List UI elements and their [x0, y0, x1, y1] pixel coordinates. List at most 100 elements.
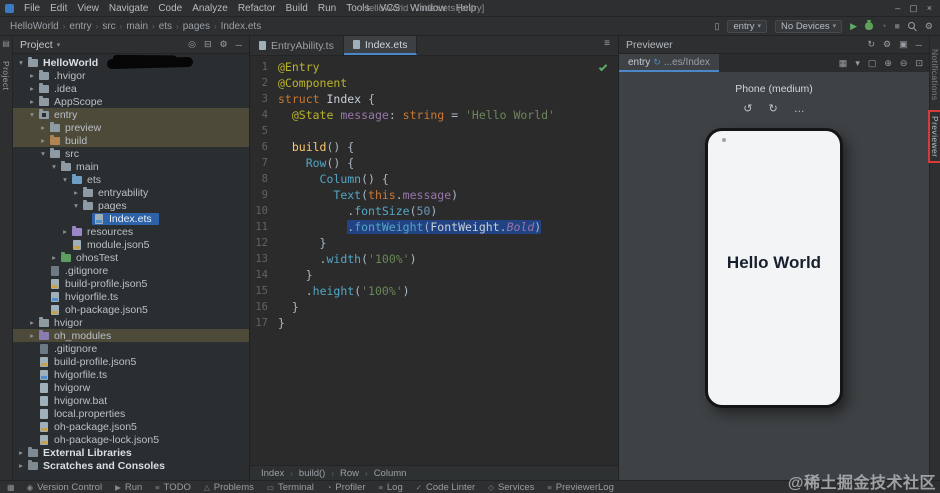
refresh-icon[interactable]: ↻ [867, 39, 875, 50]
chevron-right-icon[interactable]: ▸ [38, 136, 48, 145]
code-line-12[interactable]: 12 } [250, 235, 618, 251]
chevron-right-icon[interactable]: ▸ [71, 188, 81, 197]
tree-item-build[interactable]: ▸ build [13, 134, 249, 147]
chevron-down-icon[interactable]: ▾ [49, 162, 59, 171]
zoom-out-icon[interactable]: ⊖ [900, 58, 908, 69]
breadcrumb-item-index.ets[interactable]: Index.ets [218, 21, 265, 32]
menu-navigate[interactable]: Navigate [104, 3, 153, 14]
tree-item-.gitignore[interactable]: .gitignore [13, 264, 249, 277]
code-line-5[interactable]: 5 [250, 123, 618, 139]
code-line-13[interactable]: 13 .width('100%') [250, 251, 618, 267]
chevron-down-icon[interactable]: ▾ [16, 58, 26, 67]
chevron-right-icon[interactable]: ▸ [16, 461, 26, 470]
tree-item-entryability[interactable]: ▸ entryability [13, 186, 249, 199]
grid-icon[interactable]: ▦ [839, 58, 848, 69]
statusbar-version-control[interactable]: ◉ Version Control [27, 482, 103, 493]
profile-button[interactable]: ◔ [881, 21, 886, 31]
tree-item-hvigorw.bat[interactable]: hvigorw.bat [13, 394, 249, 407]
code-line-14[interactable]: 14 } [250, 267, 618, 283]
editor-breadcrumb-item[interactable]: Row [337, 468, 362, 479]
debug-button[interactable] [865, 20, 874, 30]
tree-item-ohostest[interactable]: ▸ ohosTest [13, 251, 249, 264]
chevron-right-icon[interactable]: ▸ [16, 448, 26, 457]
project-toolwindow-tab[interactable]: Project [1, 58, 11, 93]
chevron-right-icon[interactable]: ▸ [60, 227, 70, 236]
breadcrumb-item-pages[interactable]: pages [180, 21, 213, 32]
menu-code[interactable]: Code [153, 3, 187, 14]
device-select[interactable]: No Devices ▾ [775, 19, 843, 33]
editor-breadcrumb-item[interactable]: build() [296, 468, 328, 479]
toolwindow-toggle-icon[interactable]: ▦ [7, 483, 15, 492]
device-manager-icon[interactable]: ▯ [714, 21, 719, 32]
tree-item-build-profile.json5[interactable]: build-profile.json5 [13, 355, 249, 368]
zoom-in-icon[interactable]: ⊕ [884, 58, 892, 69]
tree-item-hvigor[interactable]: ▸ hvigor [13, 316, 249, 329]
tree-item-hvigorw[interactable]: hvigorw [13, 381, 249, 394]
tree-item-hvigorfile.ts[interactable]: hvigorfile.ts [13, 368, 249, 381]
tab-entryability.ts[interactable]: EntryAbility.ts [250, 36, 344, 55]
tree-item-scratches-and-consoles[interactable]: ▸ Scratches and Consoles [13, 459, 249, 472]
minimize-button[interactable]: – [895, 3, 900, 14]
tree-item-pages[interactable]: ▾ pages [13, 199, 249, 212]
tab-index.ets[interactable]: Index.ets [343, 36, 418, 55]
float-icon[interactable]: ▣ [899, 39, 908, 50]
stop-button[interactable]: ■ [894, 21, 899, 31]
chevron-down-icon[interactable]: ▾ [855, 58, 860, 69]
code-line-6[interactable]: 6 build() { [250, 139, 618, 155]
breadcrumb-item-entry[interactable]: entry [66, 21, 94, 32]
tree-item-.hvigor[interactable]: ▸ .hvigor [13, 69, 249, 82]
code-line-4[interactable]: 4 @State message: string = 'Hello World' [250, 107, 618, 123]
rotate-right-icon[interactable]: ↻ [769, 102, 778, 115]
tree-item-hvigorfile.ts[interactable]: hvigorfile.ts [13, 290, 249, 303]
tree-item-appscope[interactable]: ▸ AppScope [13, 95, 249, 108]
chevron-right-icon[interactable]: ▸ [49, 253, 59, 262]
tree-item-.idea[interactable]: ▸ .idea [13, 82, 249, 95]
tree-item-oh-package-lock.json5[interactable]: oh-package-lock.json5 [13, 433, 249, 446]
maximize-button[interactable]: ▢ [909, 3, 918, 14]
tree-item-external-libraries[interactable]: ▸ External Libraries [13, 446, 249, 459]
project-view-select[interactable]: Project ▾ [20, 39, 60, 51]
code-line-15[interactable]: 15 .height('100%') [250, 283, 618, 299]
run-config-select[interactable]: entry ▾ [727, 19, 768, 33]
editor-breadcrumb-item[interactable]: Column [371, 468, 410, 479]
frame-icon[interactable]: ▢ [868, 58, 877, 69]
more-icon[interactable]: … [794, 103, 805, 115]
statusbar-log[interactable]: ≡ Log [378, 482, 402, 493]
run-button[interactable]: ▶ [850, 21, 857, 32]
code-line-16[interactable]: 16 } [250, 299, 618, 315]
menu-run[interactable]: Run [313, 3, 341, 14]
tree-item-ets[interactable]: ▾ ets [13, 173, 249, 186]
close-button[interactable]: × [927, 3, 932, 14]
tree-item-helloworld[interactable]: ▾ HelloWorld [13, 56, 249, 69]
code-editor[interactable]: 1 @Entry 2 @Component 3 struct Index {4 @Stat… [250, 56, 618, 465]
breadcrumb-item-src[interactable]: src [99, 21, 118, 32]
chevron-right-icon[interactable]: ▸ [27, 84, 37, 93]
fit-icon[interactable]: ⊡ [915, 58, 923, 69]
tree-item-oh-package.json5[interactable]: oh-package.json5 [13, 303, 249, 316]
reload-icon[interactable]: ↻ [653, 57, 661, 68]
statusbar-services[interactable]: ◇ Services [488, 482, 534, 493]
tree-item-module.json5[interactable]: module.json5 [13, 238, 249, 251]
rotate-left-icon[interactable]: ↺ [743, 102, 752, 115]
menu-icon[interactable]: ≡ [596, 36, 618, 55]
tree-item-entry[interactable]: ▾ entry [13, 108, 249, 121]
editor-breadcrumb-item[interactable]: Index [258, 468, 287, 479]
statusbar-terminal[interactable]: ▭ Terminal [267, 482, 314, 493]
tree-item-resources[interactable]: ▸ resources [13, 225, 249, 238]
menu-refactor[interactable]: Refactor [233, 3, 281, 14]
breadcrumb-item-main[interactable]: main [123, 21, 151, 32]
chevron-down-icon[interactable]: ▾ [71, 201, 81, 210]
menu-edit[interactable]: Edit [45, 3, 72, 14]
code-line-10[interactable]: 10 .fontSize(50) [250, 203, 618, 219]
chevron-right-icon[interactable]: ▸ [27, 331, 37, 340]
hide-icon[interactable]: ─ [236, 40, 242, 50]
statusbar-run[interactable]: ▶ Run [115, 482, 142, 493]
statusbar-problems[interactable]: △ Problems [204, 482, 254, 493]
chevron-right-icon[interactable]: ▸ [38, 123, 48, 132]
code-line-9[interactable]: 9 Text(this.message) [250, 187, 618, 203]
chevron-down-icon[interactable]: ▾ [27, 110, 37, 119]
code-line-2[interactable]: 2 @Component [250, 75, 618, 91]
toolwindow-icon[interactable]: ▤ [2, 39, 10, 48]
chevron-right-icon[interactable]: ▸ [27, 71, 37, 80]
tree-item-local.properties[interactable]: local.properties [13, 407, 249, 420]
